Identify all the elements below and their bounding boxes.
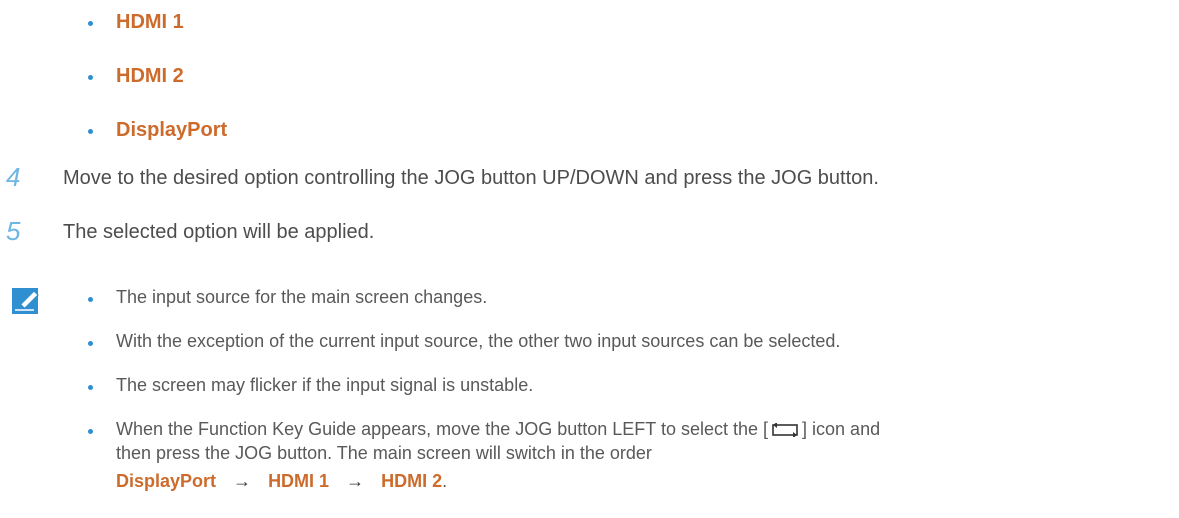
step-number: 5: [6, 216, 21, 246]
manual-page: HDMI 1 HDMI 2 DisplayPort 4 Move to the …: [0, 0, 1179, 518]
bullet: [88, 429, 93, 434]
period: .: [442, 471, 448, 491]
note-text-part: ] icon and: [802, 419, 881, 439]
note-text: When the Function Key Guide appears, mov…: [116, 417, 880, 493]
step-text: Move to the desired option controlling t…: [63, 167, 879, 189]
bullet: [88, 297, 93, 302]
bullet: [88, 341, 93, 346]
order-item-displayport: DisplayPort: [116, 471, 217, 491]
switch-screen-icon: [772, 423, 798, 437]
step-5: 5 The selected option will be applied.: [6, 216, 1166, 250]
step-text: The selected option will be applied.: [63, 221, 375, 243]
note-text-part: When the Function Key Guide appears, mov…: [116, 419, 769, 439]
order-item-hdmi2: HDMI 2: [381, 471, 443, 491]
note-line-3: DisplayPort → HDMI 1 → HDMI 2.: [116, 469, 880, 493]
bullet: [88, 21, 93, 26]
option-label: DisplayPort: [116, 119, 228, 141]
arrow-right-icon: →: [233, 471, 252, 491]
bullet: [88, 129, 93, 134]
option-label: HDMI 1: [116, 11, 184, 33]
arrow-right-icon: →: [346, 471, 365, 491]
note-line-2: then press the JOG button. The main scre…: [116, 443, 652, 463]
option-label: HDMI 2: [116, 65, 184, 87]
note-text: The screen may flicker if the input sign…: [116, 375, 534, 395]
note-text: With the exception of the current input …: [116, 331, 841, 351]
bullet: [88, 75, 93, 80]
note-line-1: When the Function Key Guide appears, mov…: [116, 417, 880, 441]
step-4: 4 Move to the desired option controlling…: [6, 162, 1166, 196]
bullet: [88, 385, 93, 390]
note-pencil-icon: [12, 288, 39, 314]
step-number: 4: [6, 162, 21, 192]
order-item-hdmi1: HDMI 1: [268, 471, 330, 491]
note-text: The input source for the main screen cha…: [116, 287, 488, 307]
note-item-function-key: When the Function Key Guide appears, mov…: [88, 416, 1168, 512]
